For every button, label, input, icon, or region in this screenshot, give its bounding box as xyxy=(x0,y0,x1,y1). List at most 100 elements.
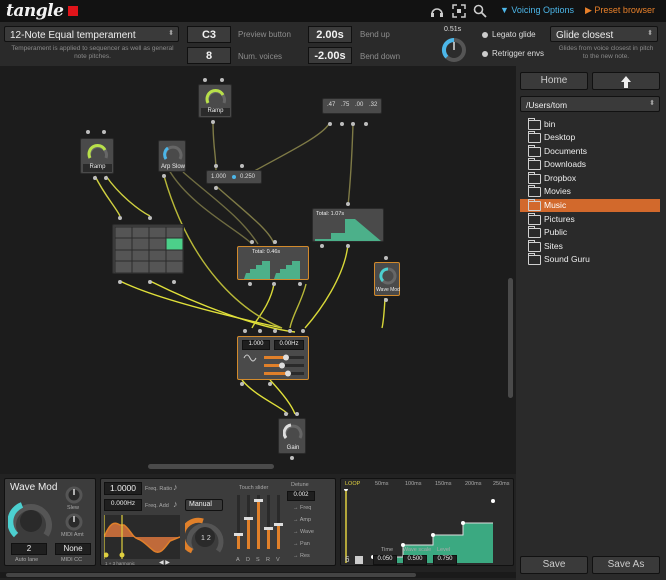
env-target-option[interactable]: → Freq xyxy=(293,505,311,511)
fullscreen-icon[interactable] xyxy=(452,4,466,18)
note-icon[interactable]: ♪ xyxy=(173,499,178,509)
note-icon[interactable]: ♪ xyxy=(173,482,178,492)
folder-icon xyxy=(528,145,541,157)
preview-label: Preview button xyxy=(238,30,291,39)
app-logo: tangle xyxy=(6,1,64,21)
folder-icon xyxy=(528,172,541,184)
seq-wave-label: Wave scale xyxy=(403,547,432,553)
legato-glide-checkbox[interactable] xyxy=(482,32,488,38)
seq-level-field[interactable]: 0.750 xyxy=(433,555,457,565)
glide-time-value: 0.51s xyxy=(444,26,462,33)
slew-knob[interactable] xyxy=(63,485,85,505)
temperament-value: 12-Note Equal temperament xyxy=(10,30,136,41)
timeline-tick: 250ms xyxy=(493,481,510,487)
timeline-tick: 100ms xyxy=(405,481,422,487)
freq-add-field[interactable]: 0.000Hz xyxy=(104,499,142,511)
folder-icon xyxy=(528,185,541,197)
file-list: bin Desktop Documents Downloads Dropbox … xyxy=(516,118,666,278)
detune-label: Detune xyxy=(291,482,309,488)
file-item[interactable]: Movies xyxy=(520,185,660,198)
bend-up-field[interactable]: 2.00s xyxy=(308,26,352,43)
module-title: Wave Mod xyxy=(10,482,58,493)
canvas-horizontal-scrollbar[interactable] xyxy=(148,464,274,469)
path-dropdown[interactable]: /Users/tom ⬍ xyxy=(520,96,660,112)
legato-glide-label: Legato glide xyxy=(492,30,536,39)
file-item[interactable]: Dropbox xyxy=(520,172,660,185)
oscillator-panel: 1.0000 Freq. Ratio ♪ 0.000Hz Freq. Add ♪… xyxy=(100,478,336,566)
detune-field[interactable]: 0.002 xyxy=(287,491,315,501)
env-target-option[interactable]: → Pan xyxy=(293,541,310,547)
top-bar: tangle ▼ Voicing Options ▶ Preset browse… xyxy=(0,0,666,22)
folder-icon xyxy=(528,158,541,170)
folder-icon xyxy=(528,213,541,225)
seq-level-label: Level xyxy=(437,547,451,553)
num-voices-field[interactable]: 8 xyxy=(187,47,231,64)
preset-browser-toggle[interactable]: ▶ Preset browser xyxy=(585,5,655,16)
file-item[interactable]: Sites xyxy=(520,240,660,253)
triangle-down-icon: ▼ xyxy=(500,5,512,15)
save-button[interactable]: Save xyxy=(520,556,588,574)
waveform-editor[interactable] xyxy=(104,515,180,559)
file-item[interactable]: Pictures xyxy=(520,213,660,226)
bottom-horizontal-scrollbar[interactable] xyxy=(6,573,416,577)
timeline-tick: 50ms xyxy=(375,481,389,487)
glide-note: Glides from voice closest in pitch to th… xyxy=(558,45,654,60)
adsr-sliders[interactable] xyxy=(233,495,285,557)
folder-icon xyxy=(528,253,541,265)
file-item[interactable]: Downloads xyxy=(520,158,660,171)
harmonic-label: 1 + 3 harmonic xyxy=(105,561,135,566)
file-item-selected[interactable]: Music xyxy=(520,199,660,212)
home-button[interactable]: Home xyxy=(520,72,588,90)
touch-slider-label: Touch slider xyxy=(239,485,269,491)
adsr-label: S xyxy=(256,557,260,563)
midi-cc-field[interactable]: None xyxy=(55,543,91,555)
bars-icon[interactable] xyxy=(355,556,363,564)
bottom-scroll-track xyxy=(0,572,516,578)
canvas-vertical-scrollbar[interactable] xyxy=(508,278,513,398)
auto-lane-field[interactable]: 2 xyxy=(11,543,47,555)
step-envelope-editor[interactable]: LOOP 50ms 100ms 150ms 200ms 250ms Time 0… xyxy=(340,478,514,566)
loop-label[interactable]: LOOP xyxy=(345,481,360,487)
bend-down-field[interactable]: -2.00s xyxy=(308,47,352,64)
record-indicator-icon[interactable] xyxy=(68,6,78,16)
triangle-right-icon: ▶ xyxy=(585,5,595,15)
seq-time-field[interactable]: 0.050 xyxy=(373,555,397,565)
retrigger-envs-checkbox[interactable] xyxy=(482,51,488,57)
file-item[interactable]: Documents xyxy=(520,145,660,158)
wave-mod-main-knob[interactable] xyxy=(8,497,54,541)
seq-wave-field[interactable]: 0.500 xyxy=(403,555,427,565)
retrigger-envs-label: Retrigger envs xyxy=(492,49,545,58)
save-as-button[interactable]: Save As xyxy=(592,556,660,574)
search-icon[interactable] xyxy=(473,4,487,18)
glide-time-knob[interactable] xyxy=(440,36,468,64)
file-item[interactable]: bin xyxy=(520,118,660,131)
env-target-option[interactable]: → Amp xyxy=(293,517,311,523)
preview-note-field[interactable]: C3 xyxy=(187,26,231,43)
temperament-dropdown[interactable]: 12-Note Equal temperament ⬍ xyxy=(4,26,179,42)
mode-dropdown[interactable]: Manual xyxy=(185,499,223,511)
up-directory-button[interactable] xyxy=(592,72,660,90)
freq-ratio-field[interactable]: 1.0000 xyxy=(104,482,142,495)
file-item[interactable]: Desktop xyxy=(520,131,660,144)
headphones-icon[interactable] xyxy=(430,4,444,18)
midi-amt-knob[interactable] xyxy=(63,512,85,532)
file-item[interactable]: Sound Guru xyxy=(520,253,660,266)
freq-add-label: Freq. Add xyxy=(145,503,169,509)
prev-next-arrows-icon[interactable]: ◀ ▶ xyxy=(159,559,170,566)
env-target-option[interactable]: → Res xyxy=(293,553,310,559)
dropdown-arrows-icon: ⬍ xyxy=(647,30,653,37)
freq-ratio-label: Freq. Ratio xyxy=(145,486,173,492)
folder-icon xyxy=(528,118,541,130)
voicing-options-toggle[interactable]: ▼ Voicing Options xyxy=(500,5,574,15)
ports-layer xyxy=(86,78,388,460)
folder-icon xyxy=(528,131,541,143)
voicing-toolbar: 12-Note Equal temperament ⬍ Temperament … xyxy=(0,22,666,67)
folder-icon xyxy=(528,240,541,252)
file-item[interactable]: Public xyxy=(520,226,660,239)
patch-canvas[interactable]: Ramp Ramp Arp Slow .47 .75 .00 .32 1.000… xyxy=(0,66,516,474)
temperament-note: Temperament is applied to sequencer as w… xyxy=(11,45,174,60)
slew-label: Slew xyxy=(67,505,79,511)
glide-mode-dropdown[interactable]: Glide closest ⬍ xyxy=(550,26,658,42)
seq-time-label: Time xyxy=(381,547,394,553)
env-target-option[interactable]: → Wave xyxy=(293,529,314,535)
